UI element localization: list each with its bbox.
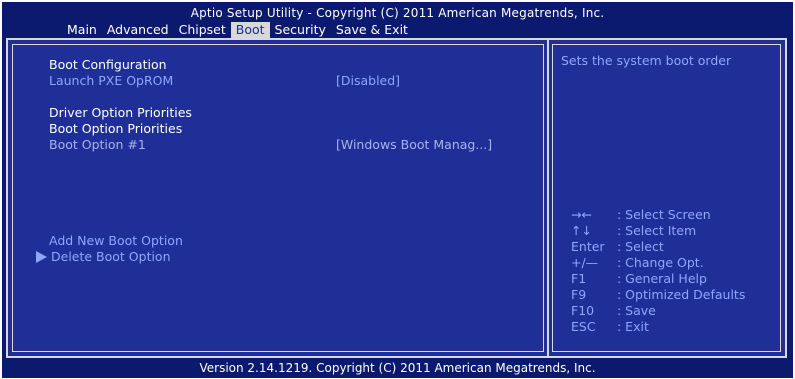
driver-option-priorities-heading: Driver Option Priorities: [49, 105, 192, 120]
key-description: : Change Opt.: [617, 255, 704, 270]
key-label: Enter: [571, 239, 605, 254]
key-label: F10: [571, 303, 595, 318]
panel-divider: [547, 40, 549, 356]
submenu-arrow-icon: [36, 251, 47, 263]
key-legend-row: →← : Select Screen: [571, 207, 745, 223]
menu-tabs: Main Advanced Chipset Boot Security Save…: [62, 22, 413, 38]
key-label: F1: [571, 271, 587, 286]
boot-configuration-heading: Boot Configuration: [49, 57, 167, 72]
left-right-arrow-icon: →←: [571, 207, 592, 222]
key-description: : Exit: [617, 319, 649, 334]
boot-option-1-value[interactable]: [Windows Boot Manag...]: [336, 137, 492, 153]
launch-pxe-option[interactable]: Launch PXE OpROM: [49, 73, 173, 89]
up-down-arrow-icon: ↑↓: [571, 223, 592, 238]
launch-pxe-value[interactable]: [Disabled]: [336, 73, 400, 89]
key-description: : Select Screen: [617, 207, 711, 222]
key-description: : Save: [617, 303, 656, 318]
key-legend-row: F9 : Optimized Defaults: [571, 287, 745, 303]
help-text: Sets the system boot order: [561, 53, 732, 68]
add-new-boot-option[interactable]: Add New Boot Option: [49, 233, 183, 249]
key-legend-row: ↑↓ : Select Item: [571, 223, 745, 239]
boot-option-1[interactable]: Boot Option #1: [49, 137, 146, 153]
key-legend-row: ESC : Exit: [571, 319, 745, 335]
key-legend-row: F10 : Save: [571, 303, 745, 319]
key-label: F9: [571, 287, 587, 302]
delete-boot-option[interactable]: Delete Boot Option: [51, 249, 171, 265]
settings-panel: Boot Configuration Launch PXE OpROM [Dis…: [6, 38, 787, 358]
tab-boot[interactable]: Boot: [230, 22, 270, 38]
tab-main[interactable]: Main: [62, 22, 102, 38]
key-label: ESC: [571, 319, 596, 334]
key-description: : General Help: [617, 271, 707, 286]
key-legend-row: Enter : Select: [571, 239, 745, 255]
tab-save-exit[interactable]: Save & Exit: [331, 22, 413, 38]
utility-title: Aptio Setup Utility - Copyright (C) 2011…: [190, 6, 605, 20]
tab-security[interactable]: Security: [270, 22, 331, 38]
tab-chipset[interactable]: Chipset: [174, 22, 231, 38]
key-description: : Optimized Defaults: [617, 287, 746, 302]
boot-option-priorities-heading: Boot Option Priorities: [49, 121, 183, 136]
bios-screen: Aptio Setup Utility - Copyright (C) 2011…: [2, 2, 793, 378]
key-description: : Select Item: [617, 223, 697, 238]
help-panel: Sets the system boot order →← : Select S…: [552, 44, 781, 352]
key-legend-row: F1 : General Help: [571, 271, 745, 287]
tab-advanced[interactable]: Advanced: [102, 22, 174, 38]
settings-list: Boot Configuration Launch PXE OpROM [Dis…: [12, 44, 544, 352]
key-description: : Select: [617, 239, 664, 254]
version-footer: Version 2.14.1219. Copyright (C) 2011 Am…: [199, 361, 596, 375]
key-label: +/—: [571, 255, 599, 270]
key-legend-row: +/— : Change Opt.: [571, 255, 745, 271]
key-legend: →← : Select Screen ↑↓ : Select Item Ente…: [571, 207, 745, 335]
